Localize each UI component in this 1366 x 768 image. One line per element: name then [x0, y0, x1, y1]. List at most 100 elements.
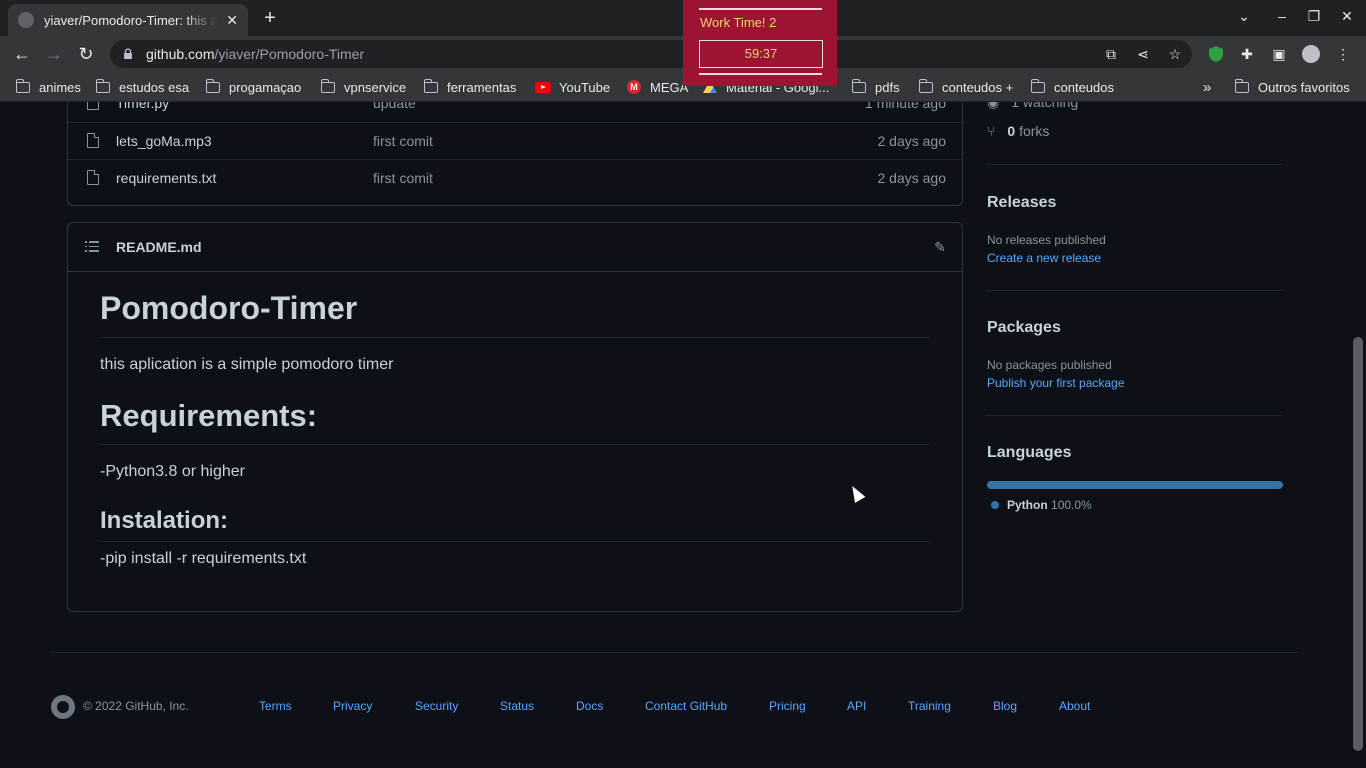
bookmark-folder-animes[interactable]: animes	[15, 78, 81, 96]
maximize-icon[interactable]: ❐	[1304, 8, 1324, 25]
publish-package-link[interactable]: Publish your first package	[987, 376, 1124, 390]
minimize-icon[interactable]: –	[1272, 8, 1292, 24]
readme-box: README.md ✎ Pomodoro-Timer this aplicati…	[67, 222, 963, 612]
new-tab-button[interactable]: +	[258, 6, 282, 30]
folder-icon	[918, 78, 933, 93]
bookmark-star-icon[interactable]: ☆	[1166, 45, 1184, 63]
language-dot	[991, 501, 999, 509]
releases-heading[interactable]: Releases	[987, 194, 1056, 212]
file-name[interactable]: Timer.py	[116, 102, 169, 111]
bookmark-folder-conteudos[interactable]: conteudos	[1030, 78, 1114, 96]
readme-requirements-text: -Python3.8 or higher	[100, 463, 245, 480]
bookmark-folder-ferramentas[interactable]: ferramentas	[423, 78, 516, 96]
profile-avatar-icon[interactable]	[1302, 45, 1320, 63]
url-path: /yiaver/Pomodoro-Timer	[214, 46, 365, 62]
commit-message[interactable]: first comit	[373, 170, 433, 186]
readme-content: Pomodoro-Timer this aplication is a simp…	[100, 272, 930, 568]
commit-message[interactable]: first comit	[373, 133, 433, 149]
readme-h2-install: Instalation:	[100, 507, 930, 542]
shield-extension-icon[interactable]	[1207, 45, 1225, 63]
divider	[987, 415, 1283, 416]
folder-icon	[205, 78, 220, 93]
side-panel-icon[interactable]: ▣	[1270, 45, 1288, 63]
lock-icon[interactable]	[122, 48, 134, 60]
footer-link-blog[interactable]: Blog	[993, 699, 1017, 713]
folder-icon	[15, 78, 30, 93]
readme-install-text: -pip install -r requirements.txt	[100, 550, 307, 567]
github-logo-icon[interactable]	[51, 695, 75, 719]
bookmark-mega[interactable]: M MEGA	[627, 78, 688, 96]
footer-link-docs[interactable]: Docs	[576, 699, 603, 713]
address-bar[interactable]: github.com/yiaver/Pomodoro-Timer	[110, 40, 1192, 68]
github-favicon-icon	[18, 12, 34, 28]
bookmark-youtube[interactable]: YouTube	[535, 78, 610, 96]
pomodoro-rule	[699, 73, 822, 75]
tab-title: yiaver/Pomodoro-Timer: this a	[44, 12, 218, 28]
mega-icon: M	[627, 80, 641, 94]
divider	[987, 164, 1283, 165]
bookmark-folder-pdfs[interactable]: pdfs	[851, 78, 900, 96]
file-icon	[87, 132, 100, 148]
file-name[interactable]: lets_goMa.mp3	[116, 133, 212, 149]
pomodoro-label: Work Time! 2	[700, 15, 777, 30]
readme-filename: README.md	[116, 239, 202, 255]
file-name[interactable]: requirements.txt	[116, 170, 216, 186]
create-release-link[interactable]: Create a new release	[987, 251, 1101, 265]
footer-link-status[interactable]: Status	[500, 699, 534, 713]
footer-link-pricing[interactable]: Pricing	[769, 699, 806, 713]
share-icon[interactable]: ⋖	[1134, 45, 1152, 63]
youtube-icon	[535, 81, 551, 93]
folder-icon	[320, 78, 335, 93]
footer-link-training[interactable]: Training	[908, 699, 951, 713]
file-icon	[87, 169, 100, 185]
commit-message[interactable]: update	[373, 102, 416, 111]
forward-icon[interactable]: →	[42, 42, 66, 66]
releases-empty-text: No releases published	[987, 233, 1106, 247]
scrollbar-thumb[interactable]	[1353, 337, 1363, 751]
footer-link-api[interactable]: API	[847, 699, 866, 713]
bookmark-folder-other[interactable]: Outros favoritos	[1234, 78, 1350, 96]
extensions-puzzle-icon[interactable]: ✚	[1238, 45, 1256, 63]
folder-icon	[851, 78, 866, 93]
file-row[interactable]: requirements.txt first comit 2 days ago	[68, 159, 962, 196]
pomodoro-window[interactable]: Work Time! 2 59:37	[683, 0, 837, 86]
pomodoro-time: 59:37	[699, 40, 823, 68]
bookmark-folder-conteudos-plus[interactable]: conteudos +	[918, 78, 1013, 96]
github-repo-page: Timer.py update 1 minute ago lets_goMa.m…	[0, 102, 1350, 768]
packages-heading[interactable]: Packages	[987, 319, 1061, 337]
footer-link-privacy[interactable]: Privacy	[333, 699, 372, 713]
back-icon[interactable]: ←	[10, 42, 34, 66]
language-bar	[987, 481, 1283, 489]
folder-icon	[1234, 78, 1249, 93]
page-scrollbar[interactable]	[1350, 102, 1366, 768]
file-icon	[87, 102, 99, 110]
bookmarks-overflow-icon[interactable]: »	[1203, 78, 1211, 96]
bookmark-folder-estudos-esa[interactable]: estudos esa	[95, 78, 189, 96]
pomodoro-rule	[699, 8, 822, 10]
footer-link-security[interactable]: Security	[415, 699, 458, 713]
footer-link-terms[interactable]: Terms	[259, 699, 292, 713]
language-item[interactable]: Python 100.0%	[991, 498, 1092, 512]
chrome-menu-icon[interactable]: ⋮	[1334, 45, 1352, 63]
readme-header: README.md ✎	[68, 223, 962, 272]
copyright: © 2022 GitHub, Inc.	[83, 699, 189, 713]
footer: © 2022 GitHub, Inc. Terms Privacy Securi…	[51, 652, 1299, 768]
edit-pencil-icon[interactable]: ✎	[932, 239, 948, 255]
footer-link-about[interactable]: About	[1059, 699, 1090, 713]
bookmark-folder-progamacao[interactable]: progamaçao	[205, 78, 301, 96]
readme-h1: Pomodoro-Timer	[100, 272, 930, 338]
tab-search-icon[interactable]: ⌄	[1234, 8, 1254, 25]
file-row[interactable]: Timer.py update 1 minute ago	[68, 102, 962, 122]
table-of-contents-icon[interactable]	[85, 241, 99, 252]
footer-link-contact[interactable]: Contact GitHub	[645, 699, 727, 713]
translate-icon[interactable]: ⧉	[1102, 45, 1120, 63]
browser-tab[interactable]: yiaver/Pomodoro-Timer: this a ✕	[8, 4, 248, 36]
forks-count[interactable]: ⑂ 0 forks	[987, 123, 1049, 139]
close-window-icon[interactable]: ✕	[1337, 8, 1357, 25]
bookmark-folder-vpnservice[interactable]: vpnservice	[320, 78, 406, 96]
fork-icon: ⑂	[987, 123, 996, 139]
file-row[interactable]: lets_goMa.mp3 first comit 2 days ago	[68, 122, 962, 159]
reload-icon[interactable]: ↻	[74, 42, 98, 66]
watching-count[interactable]: ◉ 1 watching	[987, 102, 1078, 111]
tab-close-icon[interactable]: ✕	[226, 12, 238, 29]
